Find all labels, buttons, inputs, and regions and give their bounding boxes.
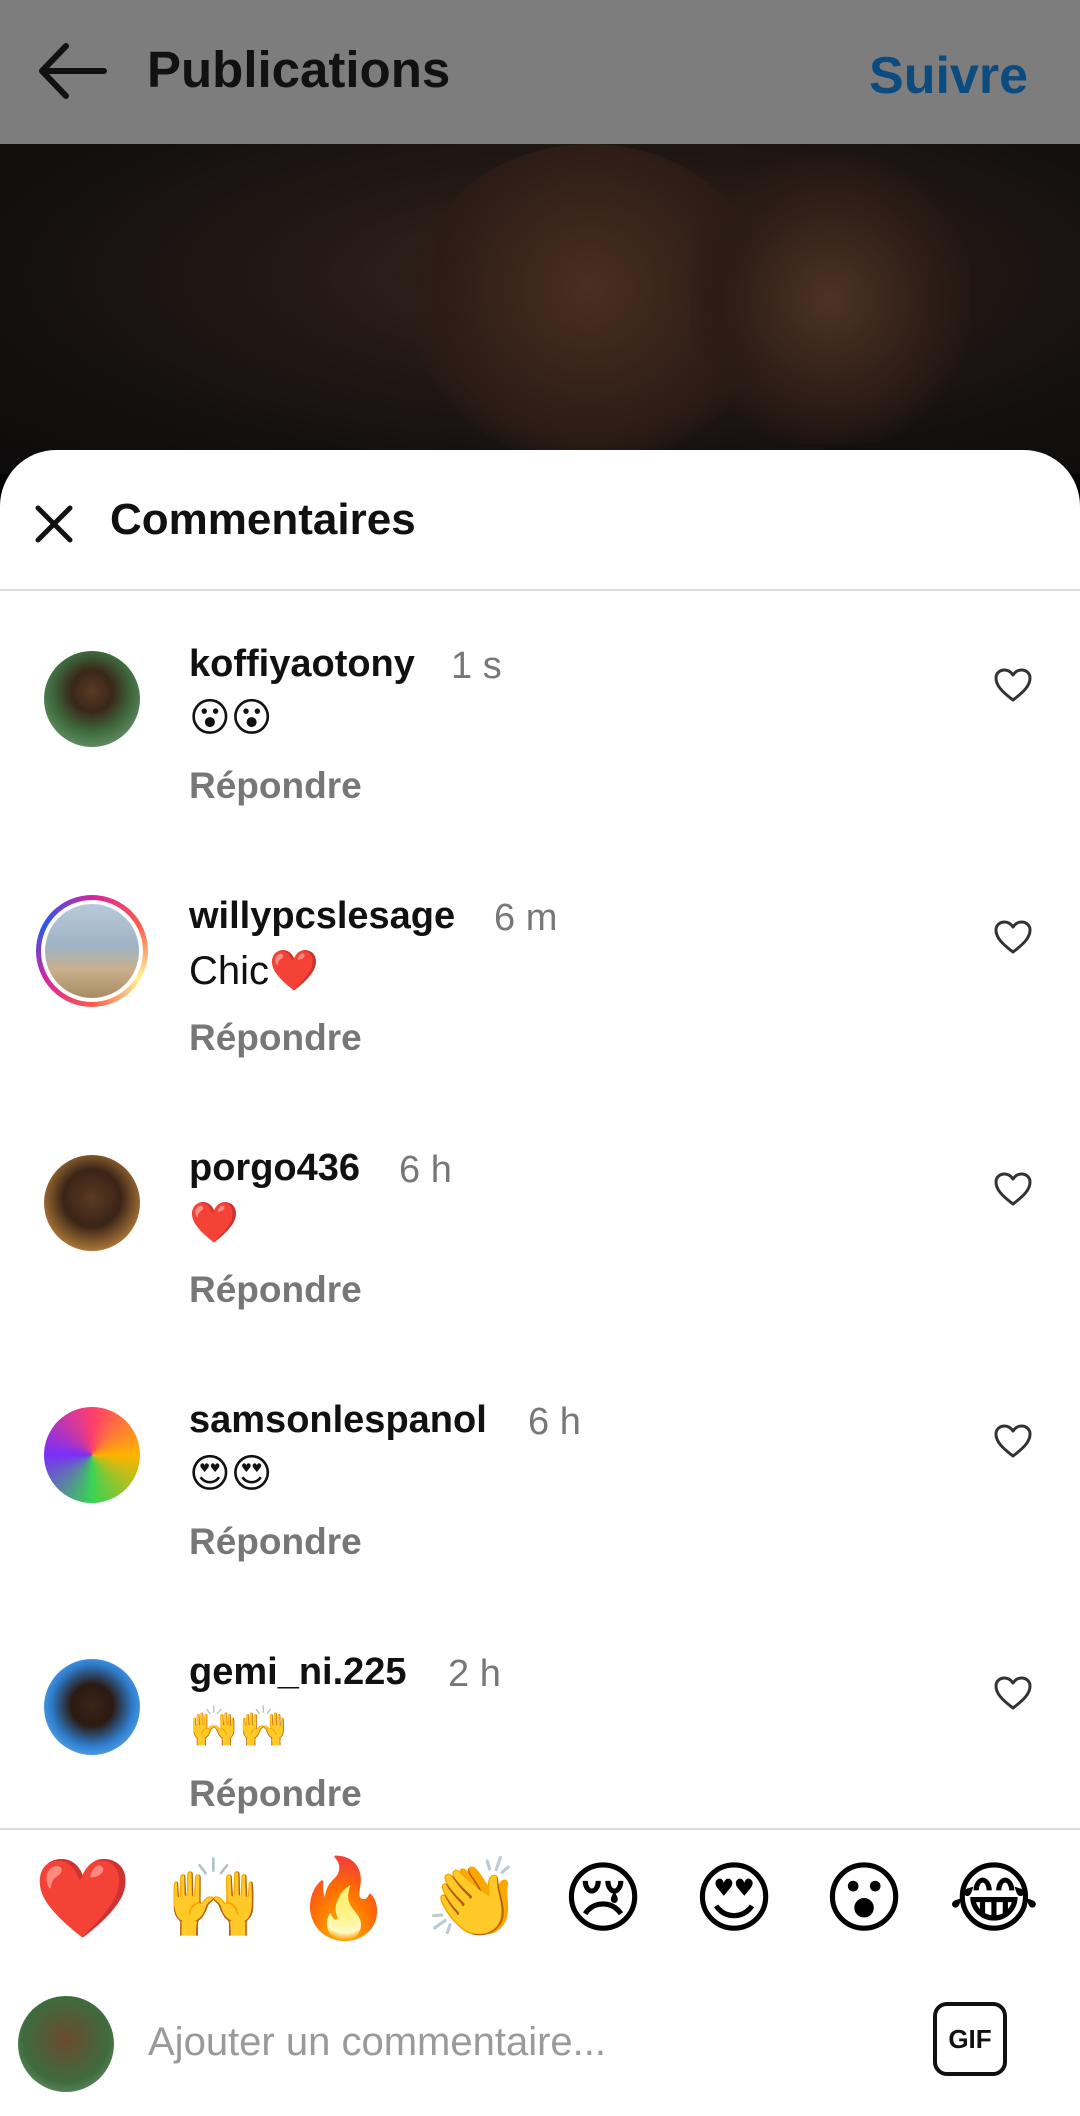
gif-button[interactable]: GIF	[933, 2002, 1007, 2076]
comment-time: 6 h	[528, 1401, 581, 1443]
comment-username[interactable]: gemi_ni.225	[189, 1651, 407, 1694]
emoji-crying[interactable]: 😢	[555, 1850, 651, 1946]
comment-text: 🙌🙌	[189, 1705, 289, 1749]
avatar	[41, 900, 143, 1002]
comment-username[interactable]: porgo436	[189, 1147, 360, 1190]
heart-icon[interactable]	[993, 919, 1033, 955]
reply-button[interactable]: Répondre	[189, 1269, 362, 1311]
quick-emoji-bar: ❤️ 🙌 🔥 👏 😢 😍 😮 😂	[0, 1828, 1080, 1974]
post-image-hand	[690, 154, 970, 444]
sheet-title: Commentaires	[110, 495, 416, 544]
avatar-image	[45, 904, 139, 998]
emoji-laughing[interactable]: 😂	[946, 1850, 1042, 1946]
reply-button[interactable]: Répondre	[189, 1773, 362, 1815]
page-title: Publications	[147, 41, 451, 98]
comments-header: Commentaires	[0, 450, 1080, 591]
emoji-surprised[interactable]: 😮	[816, 1850, 912, 1946]
emoji-heart-eyes[interactable]: 😍	[686, 1850, 782, 1946]
comment-time: 6 h	[399, 1149, 452, 1191]
reply-button[interactable]: Répondre	[189, 765, 362, 807]
heart-icon[interactable]	[993, 1675, 1033, 1711]
close-icon[interactable]	[32, 502, 76, 546]
heart-icon[interactable]	[993, 667, 1033, 703]
comment-username[interactable]: samsonlespanol	[189, 1399, 487, 1442]
comment-input[interactable]: Ajouter un commentaire...	[148, 2020, 606, 2065]
comment-time: 2 h	[448, 1653, 501, 1695]
emoji-heart[interactable]: ❤️	[34, 1850, 131, 1946]
comment-item: koffiyaotony 1 s 😮😮 Répondre	[0, 635, 1080, 887]
heart-icon[interactable]	[993, 1171, 1033, 1207]
comment-item: porgo436 6 h ❤️ Répondre	[0, 1139, 1080, 1391]
comment-time: 1 s	[451, 645, 502, 687]
comment-text: ❤️	[189, 1201, 239, 1245]
avatar[interactable]	[44, 1659, 140, 1755]
emoji-fire[interactable]: 🔥	[295, 1850, 392, 1946]
comment-item: willypcslesage 6 m Chic❤️ Répondre	[0, 887, 1080, 1139]
comment-composer: Ajouter un commentaire... GIF	[0, 1972, 1080, 2116]
comment-username[interactable]: willypcslesage	[189, 895, 455, 938]
top-app-bar: Publications Suivre	[0, 0, 1080, 144]
heart-icon[interactable]	[993, 1423, 1033, 1459]
comment-text: Chic❤️	[189, 949, 319, 993]
avatar[interactable]	[44, 651, 140, 747]
reply-button[interactable]: Répondre	[189, 1521, 362, 1563]
emoji-clapping[interactable]: 👏	[425, 1850, 522, 1946]
arrow-left-icon[interactable]	[36, 40, 108, 102]
comment-text: 😍😍	[189, 1452, 273, 1496]
reply-button[interactable]: Répondre	[189, 1017, 362, 1059]
emoji-raised-hands[interactable]: 🙌	[165, 1850, 262, 1946]
post-image	[0, 144, 1080, 474]
current-user-avatar	[18, 1996, 114, 2092]
avatar[interactable]	[44, 1155, 140, 1251]
comment-time: 6 m	[494, 897, 558, 939]
follow-button[interactable]: Suivre	[869, 46, 1028, 106]
comment-text: 😮😮	[189, 696, 273, 740]
comment-item: samsonlespanol 6 h 😍😍 Répondre	[0, 1391, 1080, 1643]
avatar[interactable]	[44, 1407, 140, 1503]
comment-username[interactable]: koffiyaotony	[189, 643, 415, 686]
avatar-story-ring[interactable]	[36, 895, 148, 1007]
